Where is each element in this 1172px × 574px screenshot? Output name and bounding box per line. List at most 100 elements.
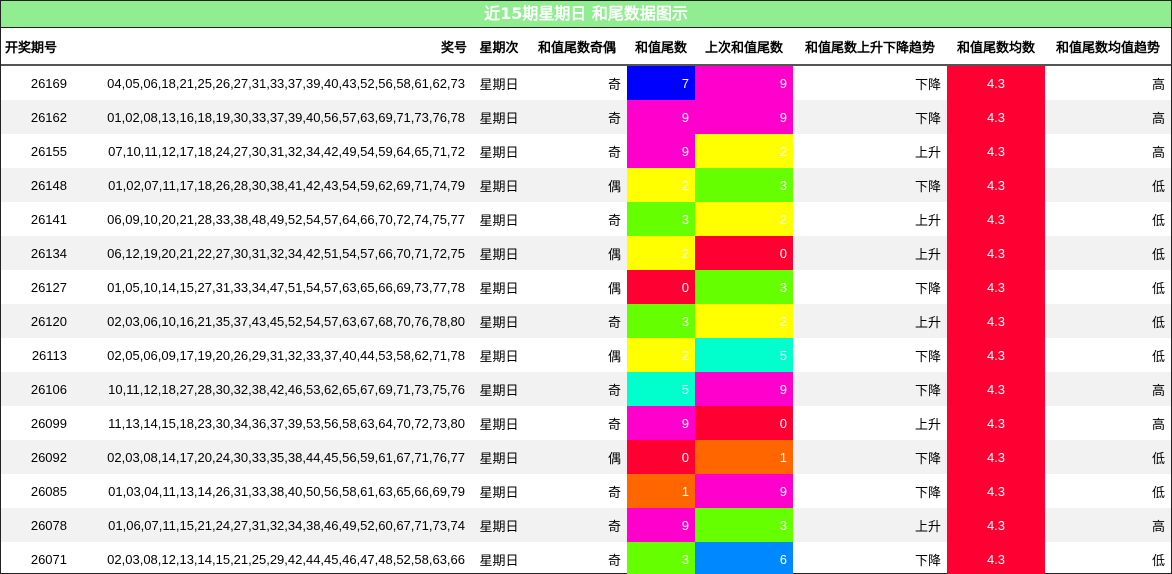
cell-last-tail: 2: [695, 202, 793, 236]
cell-issue: 26099: [30, 415, 67, 431]
cell-issue: 26085: [30, 483, 67, 499]
cell-avg: 4.3: [947, 338, 1045, 372]
header-avg: 和值尾数均数: [947, 28, 1045, 66]
cell-issue: 26141: [30, 211, 67, 227]
table-row: 26141 06,09,10,20,21,28,33,38,48,49,52,54…: [1, 202, 1171, 236]
header-row: 开奖期号 奖号 星期次 和值尾数奇偶 和值尾数 上次和值尾数 和值尾数上升下降趋…: [1, 28, 1171, 66]
cell-weekday: 星期日: [479, 348, 519, 364]
cell-avg-trend: 高: [1151, 76, 1165, 92]
cell-sum-tail: 0: [627, 270, 695, 304]
cell-avg: 4.3: [947, 474, 1045, 508]
cell-parity: 奇: [527, 304, 627, 338]
cell-weekday: 星期日: [471, 372, 527, 406]
cell-sum-tail: 9: [627, 406, 695, 440]
cell-avg: 4.3: [947, 304, 1045, 338]
data-table: 开奖期号 奖号 星期次 和值尾数奇偶 和值尾数 上次和值尾数 和值尾数上升下降趋…: [1, 28, 1171, 574]
cell-avg: 4.3: [947, 440, 1045, 474]
table-row: 26085 01,03,04,11,13,14,26,31,33,38,40,50…: [1, 474, 1171, 508]
cell-parity: 奇: [607, 484, 621, 500]
table-row: 26113 02,05,06,09,17,19,20,26,29,31,32,33…: [1, 338, 1171, 372]
cell-parity: 奇: [527, 508, 627, 542]
cell-last-tail: 9: [695, 372, 793, 406]
cell-parity: 奇: [607, 416, 621, 432]
cell-sum-tail: 9: [627, 508, 695, 542]
cell-numbers: 06,12,19,20,21,22,27,30,31,32,34,42,51,5…: [73, 236, 471, 270]
page-title: 近15期星期日 和尾数据图示: [1, 1, 1171, 28]
cell-weekday: 星期日: [479, 76, 519, 92]
cell-issue: 26106: [1, 372, 73, 406]
header-avg-trend: 和值尾数均值趋势: [1045, 28, 1171, 66]
cell-avg: 4.3: [947, 270, 1045, 304]
cell-avg: 4.3: [947, 372, 1045, 406]
cell-issue: 26078: [1, 508, 73, 542]
cell-trend: 下降: [914, 76, 941, 92]
header-weekday: 星期次: [471, 28, 527, 66]
cell-issue: 26092: [1, 440, 73, 474]
cell-last-tail: 5: [695, 338, 793, 372]
cell-avg: 4.3: [947, 65, 1045, 100]
cell-trend: 下降: [914, 552, 941, 568]
cell-avg-trend: 低: [1151, 348, 1165, 364]
cell-parity: 偶: [607, 348, 621, 364]
cell-weekday: 星期日: [479, 416, 519, 432]
cell-trend: 上升: [914, 212, 941, 228]
cell-avg: 4.3: [947, 168, 1045, 202]
cell-avg-trend: 高: [1151, 144, 1165, 160]
cell-weekday: 星期日: [471, 508, 527, 542]
cell-weekday: 星期日: [479, 484, 519, 500]
cell-numbers: 01,06,07,11,15,21,24,27,31,32,34,38,46,4…: [73, 508, 471, 542]
cell-issue: 26169: [30, 75, 67, 91]
cell-parity: 奇: [607, 144, 621, 160]
cell-trend: 下降: [793, 440, 947, 474]
table-row: 26127 01,05,10,14,15,27,31,33,34,47,51,54…: [1, 270, 1171, 304]
table-body: 26169 04,05,06,18,21,25,26,27,31,33,37,39…: [1, 65, 1171, 574]
cell-parity: 奇: [527, 100, 627, 134]
cell-sum-tail: 2: [627, 338, 695, 372]
cell-avg-trend: 低: [1151, 484, 1165, 500]
cell-sum-tail: 3: [627, 202, 695, 236]
cell-numbers: 02,03,08,14,17,20,24,30,33,35,38,44,45,5…: [73, 440, 471, 474]
cell-avg-trend: 低: [1045, 168, 1171, 202]
header-issue: 开奖期号: [1, 28, 73, 66]
cell-trend: 下降: [914, 348, 941, 364]
cell-avg: 4.3: [947, 100, 1045, 134]
cell-avg-trend: 高: [1045, 508, 1171, 542]
cell-last-tail: 1: [695, 440, 793, 474]
cell-last-tail: 0: [695, 236, 793, 270]
cell-trend: 下降: [914, 280, 941, 296]
cell-numbers: 02,03,08,12,13,14,15,21,25,29,42,44,45,4…: [107, 551, 465, 567]
cell-last-tail: 6: [695, 542, 793, 574]
cell-weekday: 星期日: [471, 440, 527, 474]
cell-avg: 4.3: [947, 508, 1045, 542]
cell-trend: 下降: [914, 484, 941, 500]
cell-avg-trend: 低: [1045, 236, 1171, 270]
table-row: 26169 04,05,06,18,21,25,26,27,31,33,37,39…: [1, 65, 1171, 100]
cell-numbers: 01,02,08,13,16,18,19,30,33,37,39,40,56,5…: [73, 100, 471, 134]
cell-numbers: 04,05,06,18,21,25,26,27,31,33,37,39,40,4…: [107, 75, 465, 91]
cell-parity: 奇: [607, 552, 621, 568]
cell-sum-tail: 3: [627, 542, 695, 574]
cell-weekday: 星期日: [471, 100, 527, 134]
cell-parity: 偶: [527, 440, 627, 474]
cell-sum-tail: 2: [627, 236, 695, 270]
table-row: 26106 10,11,12,18,27,28,30,32,38,42,46,53…: [1, 372, 1171, 406]
cell-sum-tail: 9: [627, 134, 695, 168]
cell-numbers: 10,11,12,18,27,28,30,32,38,42,46,53,62,6…: [73, 372, 471, 406]
cell-numbers: 11,13,14,15,18,23,30,34,36,37,39,53,56,5…: [108, 415, 465, 431]
cell-weekday: 星期日: [479, 552, 519, 568]
cell-sum-tail: 5: [627, 372, 695, 406]
cell-numbers: 07,10,11,12,17,18,24,27,30,31,32,34,42,4…: [108, 143, 465, 159]
cell-avg-trend: 低: [1151, 212, 1165, 228]
cell-avg: 4.3: [947, 134, 1045, 168]
cell-sum-tail: 9: [627, 100, 695, 134]
cell-avg-trend: 低: [1045, 304, 1171, 338]
cell-avg-trend: 低: [1151, 552, 1165, 568]
cell-parity: 偶: [607, 280, 621, 296]
cell-numbers: 02,03,06,10,16,21,35,37,43,45,52,54,57,6…: [73, 304, 471, 338]
cell-avg-trend: 低: [1045, 440, 1171, 474]
cell-last-tail: 9: [695, 474, 793, 508]
cell-issue: 26162: [1, 100, 73, 134]
header-parity: 和值尾数奇偶: [527, 28, 627, 66]
cell-issue: 26120: [1, 304, 73, 338]
cell-parity: 奇: [607, 212, 621, 228]
